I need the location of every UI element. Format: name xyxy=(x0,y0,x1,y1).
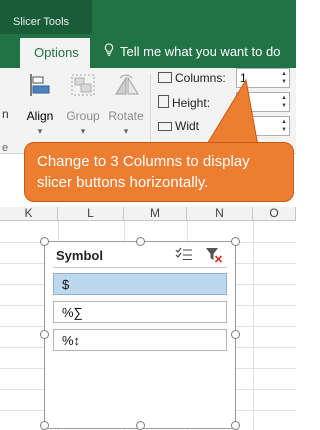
instruction-callout: Change to 3 Columns to display slicer bu… xyxy=(24,142,294,202)
callout-pointer xyxy=(205,78,259,147)
callout-text: Change to 3 Columns to display slicer bu… xyxy=(37,153,250,191)
